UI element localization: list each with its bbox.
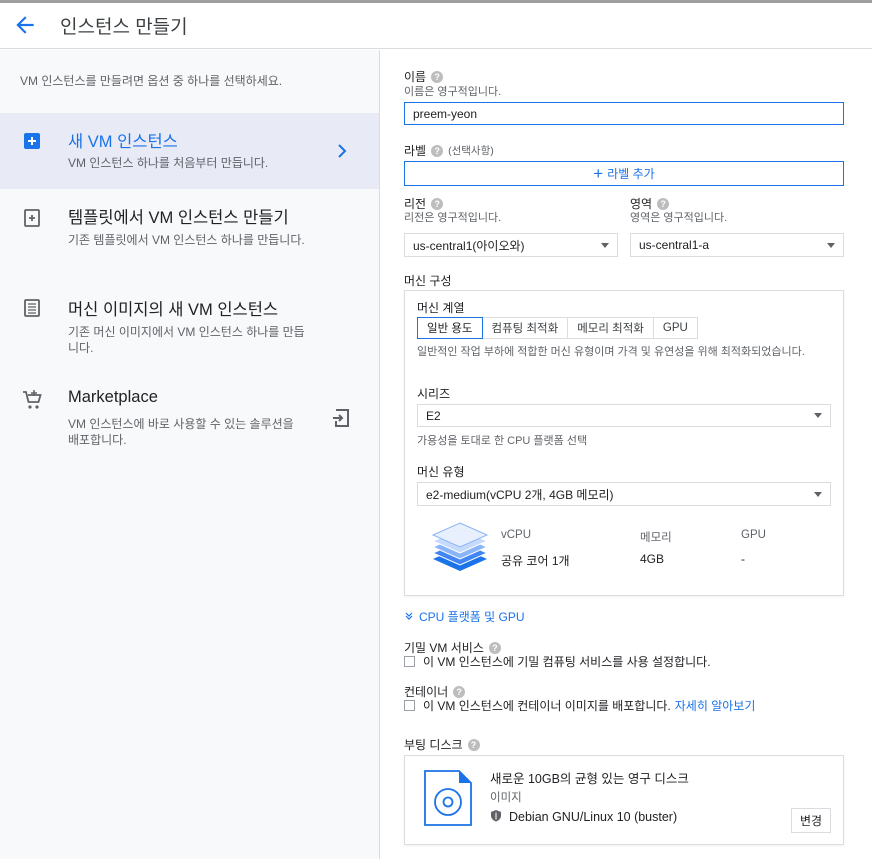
help-icon[interactable]: ? bbox=[467, 738, 480, 751]
chevron-right-icon bbox=[330, 139, 354, 163]
gpu-header: GPU bbox=[741, 529, 766, 541]
disk-image-value: Debian GNU/Linux 10 (buster) bbox=[509, 810, 678, 824]
help-icon[interactable]: ? bbox=[488, 641, 501, 654]
machine-image-icon bbox=[20, 296, 44, 320]
instance-form: 이름 ? 이름은 영구적입니다. preem-yeon 라벨 ? (선택사항) … bbox=[381, 50, 872, 859]
change-disk-button[interactable]: 변경 bbox=[791, 808, 831, 833]
machine-config-card: 머신 계열 일반 용도 컴퓨팅 최적화 메모리 최적화 GPU 일반적인 작업 … bbox=[404, 290, 844, 596]
container-checkbox[interactable] bbox=[404, 700, 415, 711]
options-description: VM 인스턴스를 만들려면 옵션 중 하나를 선택하세요. bbox=[20, 74, 283, 88]
option-new-vm-instance[interactable]: 새 VM 인스턴스 VM 인스턴스 하나를 처음부터 만듭니다. bbox=[0, 113, 379, 189]
help-icon[interactable]: ? bbox=[453, 685, 466, 698]
zone-value: us-central1-a bbox=[639, 238, 710, 252]
page-header: 인스턴스 만들기 bbox=[0, 3, 872, 49]
cpu-platform-gpu-toggle[interactable]: CPU 플랫폼 및 GPU bbox=[404, 608, 525, 625]
chevron-down-icon bbox=[404, 610, 414, 624]
memory-header: 메모리 bbox=[640, 532, 672, 544]
help-icon[interactable]: ? bbox=[657, 197, 670, 210]
optional-text: (선택사항) bbox=[448, 145, 494, 157]
boot-disk-card: 새로운 10GB의 균형 있는 영구 디스크 이미지 Debian GNU/Li… bbox=[404, 755, 844, 845]
labels-label: 라벨 ? (선택사항) bbox=[404, 142, 494, 159]
dropdown-caret-icon bbox=[814, 491, 822, 497]
disk-image-row: Debian GNU/Linux 10 (buster) bbox=[490, 809, 677, 825]
dropdown-caret-icon bbox=[827, 242, 835, 248]
machine-family-label: 머신 계열 bbox=[417, 301, 465, 315]
container-option: 이 VM 인스턴스에 컨테이너 이미지를 배포합니다. 자세히 알아보기 bbox=[404, 697, 755, 714]
tab-compute-optimized[interactable]: 컴퓨팅 최적화 bbox=[482, 317, 569, 339]
dropdown-caret-icon bbox=[601, 242, 609, 248]
confidential-check-text: 이 VM 인스턴스에 기밀 컴퓨팅 서비스를 사용 설정합니다. bbox=[423, 655, 711, 669]
plus-icon: + bbox=[593, 164, 604, 183]
help-icon[interactable]: ? bbox=[431, 70, 444, 83]
open-external-icon bbox=[330, 406, 354, 430]
cart-icon bbox=[20, 388, 44, 412]
series-value: E2 bbox=[426, 408, 441, 423]
machine-stack-icon bbox=[429, 517, 491, 582]
machine-type-select[interactable]: e2-medium(vCPU 2개, 4GB 메모리) bbox=[417, 482, 831, 506]
option-desc: VM 인스턴스 하나를 처음부터 만듭니다. bbox=[68, 156, 269, 170]
region-select[interactable]: us-central1(아이오와) bbox=[404, 233, 618, 257]
series-help: 가용성을 토대로 한 CPU 플랫폼 선택 bbox=[417, 435, 588, 447]
learn-more-link[interactable]: 자세히 알아보기 bbox=[675, 697, 756, 714]
machine-type-value: e2-medium(vCPU 2개, 4GB 메모리) bbox=[426, 487, 614, 502]
labels-label-text: 라벨 bbox=[404, 144, 427, 158]
option-desc: VM 인스턴스에 바로 사용할 수 있는 솔루션을 배포합니다. bbox=[68, 417, 294, 447]
machine-family-tabs: 일반 용도 컴퓨팅 최적화 메모리 최적화 GPU bbox=[417, 317, 698, 339]
back-arrow-icon[interactable] bbox=[12, 12, 38, 38]
zone-select[interactable]: us-central1-a bbox=[630, 233, 844, 257]
memory-value: 4GB bbox=[640, 552, 665, 566]
add-label-button[interactable]: + 라벨 추가 bbox=[404, 161, 844, 186]
boot-disk-label: 부팅 디스크 ? bbox=[404, 736, 480, 753]
gpu-value: - bbox=[741, 552, 745, 566]
cpu-platform-link-text: CPU 플랫폼 및 GPU bbox=[419, 610, 525, 624]
container-check-text: 이 VM 인스턴스에 컨테이너 이미지를 배포합니다. bbox=[423, 699, 671, 713]
boot-disk-label-text: 부팅 디스크 bbox=[404, 738, 463, 752]
confidential-vm-checkbox[interactable] bbox=[404, 656, 415, 667]
disk-image-label: 이미지 bbox=[490, 792, 522, 804]
option-marketplace[interactable]: Marketplace VM 인스턴스에 바로 사용할 수 있는 솔루션을 배포… bbox=[0, 378, 379, 458]
option-title: 머신 이미지의 새 VM 인스턴스 bbox=[68, 301, 279, 319]
option-title: 템플릿에서 VM 인스턴스 만들기 bbox=[68, 209, 289, 227]
option-desc: 기존 템플릿에서 VM 인스턴스 하나를 만듭니다. bbox=[68, 233, 305, 247]
tab-general-purpose[interactable]: 일반 용도 bbox=[417, 317, 483, 339]
region-value: us-central1(아이오와) bbox=[413, 238, 525, 253]
machine-config-label: 머신 구성 bbox=[404, 274, 452, 288]
machine-type-label: 머신 유형 bbox=[417, 465, 465, 479]
confidential-vm-option: 이 VM 인스턴스에 기밀 컴퓨팅 서비스를 사용 설정합니다. bbox=[404, 653, 711, 670]
creation-options-panel: VM 인스턴스를 만들려면 옵션 중 하나를 선택하세요. 새 VM 인스턴스 … bbox=[0, 50, 380, 859]
tab-memory-optimized[interactable]: 메모리 최적화 bbox=[568, 317, 654, 339]
page-title: 인스턴스 만들기 bbox=[60, 17, 188, 38]
option-from-template[interactable]: 템플릿에서 VM 인스턴스 만들기 기존 템플릿에서 VM 인스턴스 하나를 만… bbox=[0, 194, 379, 274]
vcpu-value: 공유 코어 1개 bbox=[501, 554, 570, 568]
option-desc: 기존 머신 이미지에서 VM 인스턴스 하나를 만듭니다. bbox=[68, 325, 305, 355]
add-label-text: 라벨 추가 bbox=[607, 167, 655, 181]
option-from-machine-image[interactable]: 머신 이미지의 새 VM 인스턴스 기존 머신 이미지에서 VM 인스턴스 하나… bbox=[0, 286, 379, 366]
tab-gpu[interactable]: GPU bbox=[653, 317, 698, 339]
dropdown-caret-icon bbox=[814, 413, 822, 418]
series-select[interactable]: E2 bbox=[417, 404, 831, 427]
template-icon bbox=[20, 206, 44, 230]
vcpu-header: vCPU bbox=[501, 529, 532, 541]
region-help: 리전은 영구적입니다. bbox=[404, 212, 502, 224]
help-icon[interactable]: ? bbox=[431, 197, 444, 210]
name-input[interactable]: preem-yeon bbox=[404, 102, 844, 125]
disk-file-icon bbox=[423, 769, 473, 832]
shield-icon bbox=[490, 809, 502, 825]
series-label: 시리즈 bbox=[417, 387, 451, 401]
disk-title: 새로운 10GB의 균형 있는 영구 디스크 bbox=[490, 772, 689, 786]
family-description: 일반적인 작업 부하에 적합한 머신 유형이며 가격 및 유연성을 위해 최적화… bbox=[417, 346, 805, 358]
option-title: 새 VM 인스턴스 bbox=[68, 133, 178, 151]
help-icon[interactable]: ? bbox=[431, 144, 444, 157]
name-help: 이름은 영구적입니다. bbox=[404, 86, 502, 98]
zone-help: 영역은 영구적입니다. bbox=[630, 212, 728, 224]
add-box-icon bbox=[20, 129, 44, 153]
option-title: Marketplace bbox=[68, 388, 158, 406]
